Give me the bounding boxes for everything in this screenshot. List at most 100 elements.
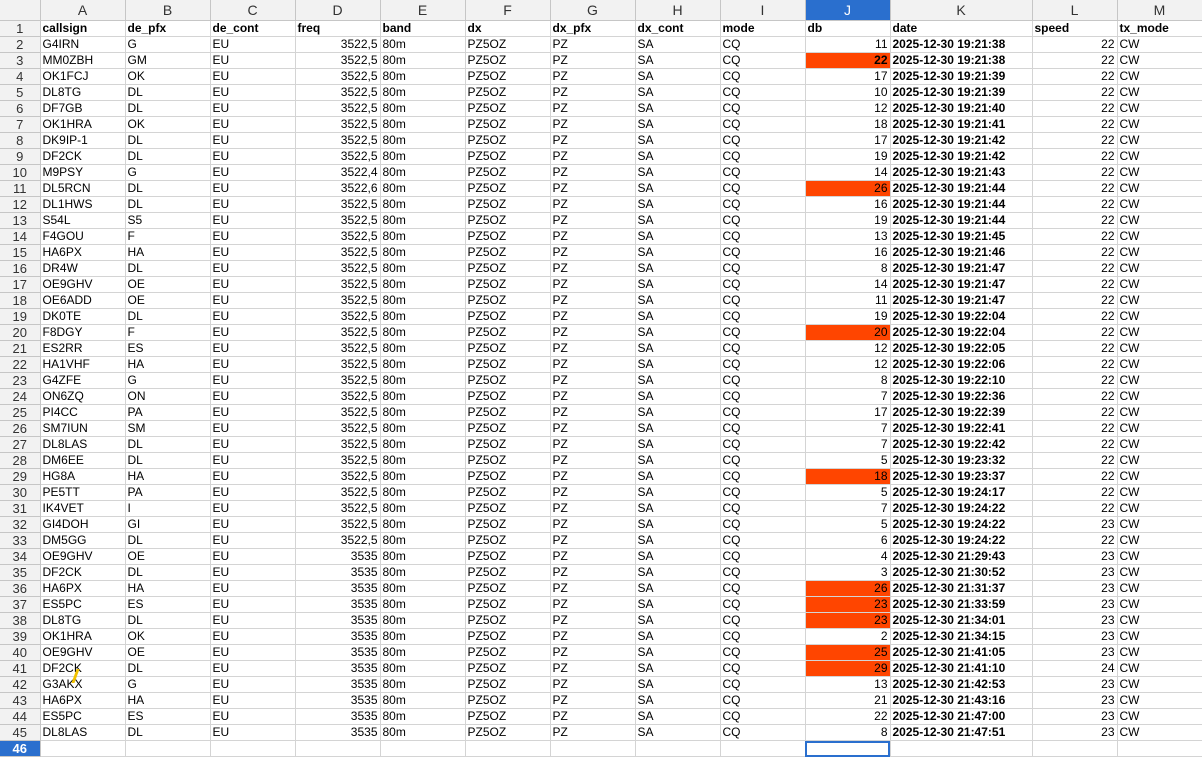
cell-date[interactable]: 2025-12-30 19:22:39 — [890, 404, 1033, 421]
cell-band[interactable]: 80m — [380, 84, 466, 101]
cell-de-cont[interactable]: EU — [210, 292, 296, 309]
cell-de-pfx[interactable]: DL — [125, 436, 211, 453]
cell-dx-pfx[interactable]: PZ — [550, 340, 636, 357]
cell-tx-mode[interactable]: CW — [1117, 372, 1202, 389]
cell-de-cont[interactable]: EU — [210, 564, 296, 581]
cell-band[interactable]: 80m — [380, 660, 466, 677]
cell-callsign[interactable]: DL8LAS — [40, 724, 126, 741]
cell-mode[interactable]: CQ — [720, 436, 806, 453]
cell-freq[interactable]: 3535 — [295, 548, 381, 565]
cell-date[interactable]: 2025-12-30 19:24:22 — [890, 532, 1033, 549]
row-header[interactable]: 38 — [0, 612, 41, 629]
cell-speed[interactable]: 22 — [1032, 340, 1118, 357]
cell-callsign[interactable]: GI4DOH — [40, 516, 126, 533]
row-header[interactable]: 37 — [0, 596, 41, 613]
cell-callsign[interactable]: ES5PC — [40, 596, 126, 613]
row-header[interactable]: 14 — [0, 228, 41, 245]
cell-band[interactable]: 80m — [380, 388, 466, 405]
cell-date[interactable]: 2025-12-30 19:21:38 — [890, 36, 1033, 53]
cell-band[interactable]: 80m — [380, 532, 466, 549]
cell-date[interactable]: 2025-12-30 19:24:22 — [890, 516, 1033, 533]
cell-de-pfx[interactable]: DL — [125, 308, 211, 325]
cell-mode[interactable]: CQ — [720, 132, 806, 149]
cell-de-cont[interactable]: EU — [210, 36, 296, 53]
cell-dx-cont[interactable]: SA — [635, 548, 721, 565]
cell-freq[interactable]: 3522,5 — [295, 420, 381, 437]
cell-de-pfx[interactable]: HA — [125, 580, 211, 597]
cell-date[interactable]: 2025-12-30 21:33:59 — [890, 596, 1033, 613]
cell-band[interactable]: 80m — [380, 644, 466, 661]
cell-dx-cont[interactable]: SA — [635, 132, 721, 149]
cell-db[interactable]: 16 — [805, 196, 891, 213]
cell-de-cont[interactable]: EU — [210, 420, 296, 437]
cell-callsign[interactable]: OK1HRA — [40, 116, 126, 133]
row-header[interactable]: 25 — [0, 404, 41, 421]
cell-mode[interactable]: CQ — [720, 660, 806, 677]
header-cell-dx[interactable]: dx — [465, 20, 551, 37]
cell-dx-cont[interactable]: SA — [635, 36, 721, 53]
cell-db[interactable]: 17 — [805, 132, 891, 149]
cell-tx-mode[interactable]: CW — [1117, 612, 1202, 629]
cell-speed[interactable]: 22 — [1032, 420, 1118, 437]
row-header[interactable]: 22 — [0, 356, 41, 373]
cell-dx-cont[interactable]: SA — [635, 52, 721, 69]
cell-freq[interactable]: 3522,5 — [295, 388, 381, 405]
cell-band[interactable]: 80m — [380, 308, 466, 325]
cell-freq[interactable] — [295, 740, 381, 757]
cell-de-pfx[interactable]: ON — [125, 388, 211, 405]
cell-speed[interactable]: 23 — [1032, 612, 1118, 629]
cell-band[interactable]: 80m — [380, 436, 466, 453]
cell-dx[interactable]: PZ5OZ — [465, 468, 551, 485]
cell-de-cont[interactable]: EU — [210, 580, 296, 597]
cell-dx[interactable]: PZ5OZ — [465, 420, 551, 437]
cell-de-pfx[interactable]: DL — [125, 564, 211, 581]
cell-tx-mode[interactable]: CW — [1117, 244, 1202, 261]
cell-speed[interactable]: 22 — [1032, 84, 1118, 101]
cell-band[interactable]: 80m — [380, 580, 466, 597]
header-cell-mode[interactable]: mode — [720, 20, 806, 37]
cell-dx[interactable]: PZ5OZ — [465, 548, 551, 565]
cell-mode[interactable]: CQ — [720, 244, 806, 261]
cell-dx-cont[interactable]: SA — [635, 708, 721, 725]
row-header[interactable]: 1 — [0, 20, 41, 37]
cell-freq[interactable]: 3522,5 — [295, 452, 381, 469]
cell-mode[interactable]: CQ — [720, 84, 806, 101]
cell-tx-mode[interactable]: CW — [1117, 660, 1202, 677]
cell-dx[interactable]: PZ5OZ — [465, 228, 551, 245]
cell-tx-mode[interactable]: CW — [1117, 580, 1202, 597]
column-header-g[interactable]: G — [550, 0, 636, 21]
cell-dx-cont[interactable]: SA — [635, 388, 721, 405]
cell-freq[interactable]: 3522,6 — [295, 180, 381, 197]
cell-mode[interactable]: CQ — [720, 724, 806, 741]
cell-dx-pfx[interactable]: PZ — [550, 84, 636, 101]
cell-dx[interactable]: PZ5OZ — [465, 276, 551, 293]
cell-tx-mode[interactable]: CW — [1117, 516, 1202, 533]
cell-mode[interactable]: CQ — [720, 580, 806, 597]
header-cell-dx-cont[interactable]: dx_cont — [635, 20, 721, 37]
cell-de-pfx[interactable]: ES — [125, 340, 211, 357]
cell-de-pfx[interactable]: OK — [125, 628, 211, 645]
cell-de-cont[interactable]: EU — [210, 228, 296, 245]
cell-tx-mode[interactable]: CW — [1117, 324, 1202, 341]
cell-db[interactable]: 20 — [805, 324, 891, 341]
cell-tx-mode[interactable]: CW — [1117, 500, 1202, 517]
cell-date[interactable]: 2025-12-30 19:21:47 — [890, 292, 1033, 309]
cell-dx[interactable] — [465, 740, 551, 757]
cell-dx-pfx[interactable]: PZ — [550, 292, 636, 309]
cell-callsign[interactable]: IK4VET — [40, 500, 126, 517]
cell-date[interactable]: 2025-12-30 19:21:47 — [890, 276, 1033, 293]
cell-tx-mode[interactable]: CW — [1117, 564, 1202, 581]
cell-db[interactable]: 26 — [805, 180, 891, 197]
cell-dx-cont[interactable]: SA — [635, 116, 721, 133]
cell-tx-mode[interactable]: CW — [1117, 116, 1202, 133]
cell-callsign[interactable]: OK1FCJ — [40, 68, 126, 85]
cell-dx[interactable]: PZ5OZ — [465, 164, 551, 181]
cell-dx-cont[interactable]: SA — [635, 308, 721, 325]
cell-freq[interactable]: 3522,5 — [295, 84, 381, 101]
row-header[interactable]: 8 — [0, 132, 41, 149]
cell-db[interactable]: 25 — [805, 644, 891, 661]
cell-de-pfx[interactable]: SM — [125, 420, 211, 437]
cell-date[interactable]: 2025-12-30 19:21:44 — [890, 180, 1033, 197]
cell-band[interactable]: 80m — [380, 244, 466, 261]
cell-de-pfx[interactable]: DL — [125, 148, 211, 165]
